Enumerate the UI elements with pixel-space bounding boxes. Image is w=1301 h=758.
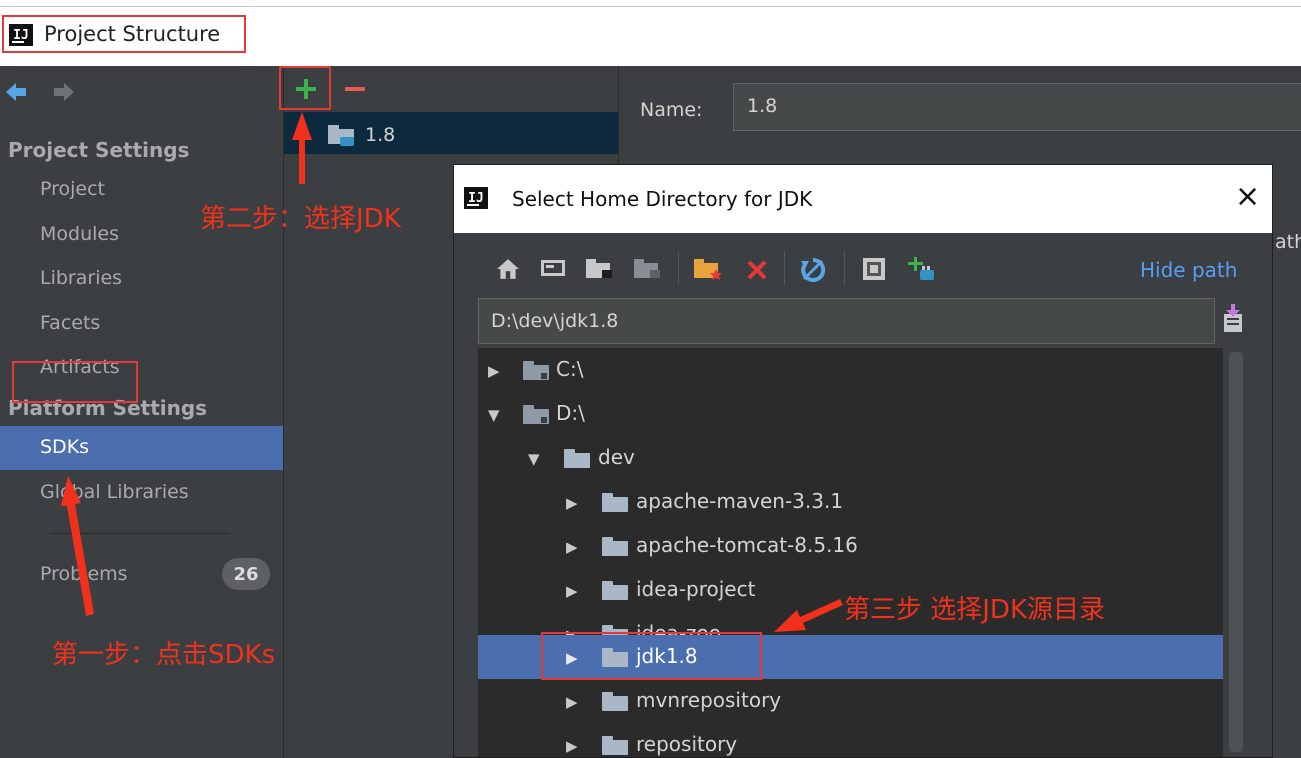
arrow-step1 — [61, 476, 94, 616]
arrow-step3 — [774, 599, 843, 632]
annotation-arrows — [61, 112, 843, 632]
arrow-step2 — [292, 112, 312, 184]
